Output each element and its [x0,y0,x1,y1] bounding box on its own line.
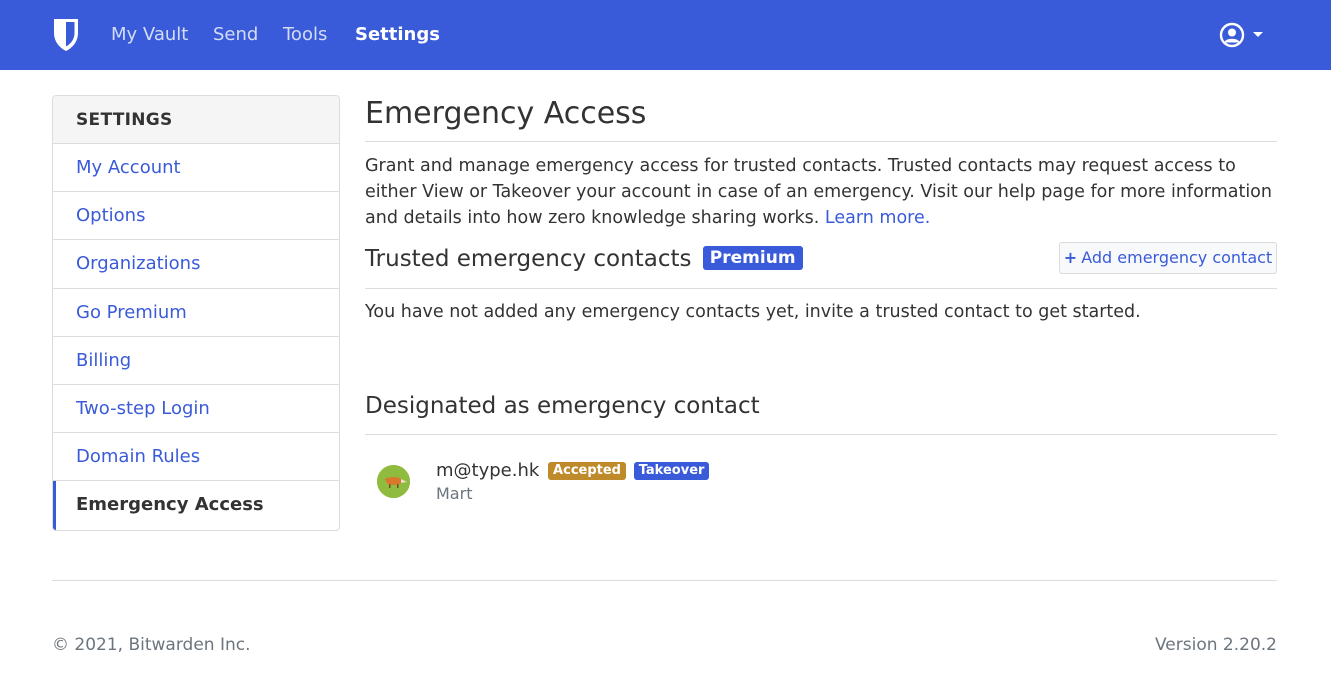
main-content: Emergency Access Grant and manage emerge… [365,95,1277,515]
trusted-contacts-title-text: Trusted emergency contacts [365,246,692,272]
sidebar-item-options[interactable]: Options [53,192,339,241]
access-type-badge: Takeover [633,462,710,480]
nav-my-vault[interactable]: My Vault [111,24,188,46]
fox-avatar-icon [377,465,410,498]
page-title: Emergency Access [365,95,1277,142]
trusted-contacts-header: Trusted emergency contacts Premium + Add … [365,238,1277,289]
sidebar-item-two-step-login[interactable]: Two-step Login [53,385,339,434]
designated-header: Designated as emergency contact [365,391,1277,435]
plus-icon: + [1063,248,1078,267]
empty-contacts-message: You have not added any emergency contact… [365,302,1141,322]
sidebar-item-organizations[interactable]: Organizations [53,240,339,289]
trusted-contacts-title: Trusted emergency contacts Premium [365,238,803,274]
sidebar-item-emergency-access[interactable]: Emergency Access [53,481,339,530]
top-navbar: My Vault Send Tools Settings [0,0,1331,70]
nav-send[interactable]: Send [213,24,258,46]
avatar [377,465,410,498]
page-description: Grant and manage emergency access for tr… [365,153,1277,231]
description-text: Grant and manage emergency access for tr… [365,156,1272,228]
learn-more-link[interactable]: Learn more. [825,208,930,228]
add-emergency-contact-button[interactable]: + Add emergency contact [1059,242,1277,274]
sidebar-item-billing[interactable]: Billing [53,337,339,385]
caret-down-icon [1253,32,1263,37]
sidebar-item-my-account[interactable]: My Account [53,144,339,193]
sidebar-header: SETTINGS [53,96,339,144]
list-item: m@type.hk Accepted Takeover Mart [365,435,1277,515]
sidebar-item-go-premium[interactable]: Go Premium [53,289,339,337]
contact-email[interactable]: m@type.hk [436,460,539,481]
contact-name: Mart [436,484,473,503]
sidebar-item-domain-rules[interactable]: Domain Rules [53,433,339,482]
add-button-label: Add emergency contact [1081,248,1273,267]
footer-divider [52,580,1277,581]
contact-email-row: m@type.hk Accepted Takeover [436,460,710,482]
footer-version: Version 2.20.2 [1155,635,1277,655]
premium-badge: Premium [702,246,803,270]
designated-title: Designated as emergency contact [365,393,760,419]
settings-sidebar: SETTINGS My Account Options Organization… [52,95,340,531]
nav-tools[interactable]: Tools [283,24,327,46]
shield-icon[interactable] [52,17,80,53]
profile-menu-button[interactable] [1219,22,1267,48]
user-circle-icon [1219,22,1245,48]
status-badge: Accepted [548,462,626,480]
footer-copyright: © 2021, Bitwarden Inc. [52,635,251,655]
nav-settings[interactable]: Settings [355,24,440,46]
